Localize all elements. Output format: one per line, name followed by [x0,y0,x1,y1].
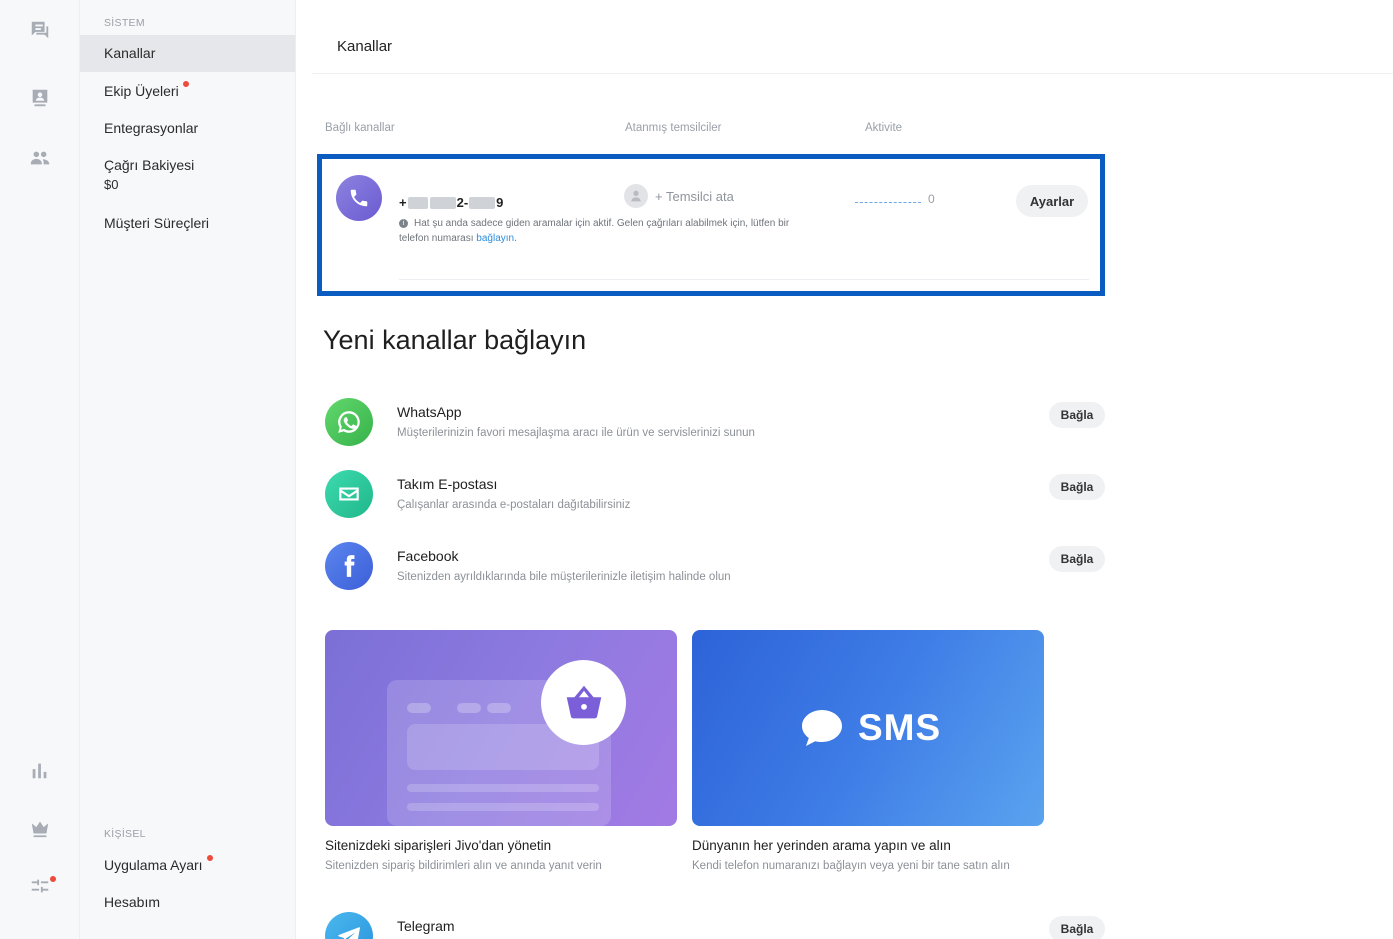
sidebar-item-call-balance[interactable]: Çağrı Bakiyesi $0 [80,157,295,192]
notification-dot [50,876,56,882]
connect-telegram-button[interactable]: Bağla [1049,916,1105,939]
connector-name: WhatsApp [397,404,462,420]
connect-facebook-button[interactable]: Bağla [1049,546,1105,572]
section-label-system: SİSTEM [104,17,145,29]
channel-note: i Hat şu anda sadece giden aramalar için … [399,216,799,246]
sidebar-item-label: Çağrı Bakiyesi [104,157,195,173]
icon-rail [0,0,80,939]
notification-dot [182,81,189,87]
basket-icon [541,660,626,745]
connector-description: Sitenizden ayrıldıklarında bile müşteril… [397,571,731,583]
sidebar-item-team-members[interactable]: Ekip Üyeleri [80,81,295,99]
phone-icon [336,175,382,221]
redacted-digits [469,196,496,209]
sidebar-item-customer-processes[interactable]: Müşteri Süreçleri [80,215,295,231]
page-title: Kanallar [337,38,393,55]
telegram-icon [325,912,373,939]
speech-bubble-icon [802,710,842,746]
sidebar-item-app-settings[interactable]: Uygulama Ayarı [80,855,295,873]
divider [399,279,1089,280]
illustration-bar [457,703,481,713]
sidebar-item-my-account[interactable]: Hesabım [80,894,295,910]
facebook-icon [325,542,373,590]
balance-value: $0 [104,177,119,192]
connector-whatsapp: WhatsApp Müşterilerinizin favori mesajla… [325,398,1105,452]
promo-card-orders[interactable]: Sitenizdeki siparişleri Jivo'dan yönetin… [325,630,677,872]
connected-channel-card: + 2- 9 i Hat şu anda sadece giden aramala… [317,154,1105,296]
sms-banner: SMS [798,704,941,752]
activity-sparkline [855,195,921,203]
illustration-bar [487,703,511,713]
app: SİSTEM Kanallar Ekip Üyeleri Entegrasyon… [0,0,1393,939]
activity-indicator: 0 [855,192,935,206]
illustration-line [407,803,599,811]
promo-illustration-sms: SMS [692,630,1044,826]
section-label-personal: KİŞİSEL [104,828,146,840]
settings-sliders-icon[interactable] [28,874,52,898]
column-header-connected: Bağlı kanallar [325,122,395,134]
promo-card-calls[interactable]: SMS Dünyanın her yerinden arama yapın ve… [692,630,1044,872]
sidebar-item-label: Ekip Üyeleri [104,83,179,99]
note-text: Hat şu anda sadece giden aramalar için a… [399,218,790,244]
connector-description: Çalışanlar arasında e-postaları dağıtabi… [397,499,631,511]
connect-whatsapp-button[interactable]: Bağla [1049,402,1105,428]
promo-title: Dünyanın her yerinden arama yapın ve alı… [692,838,951,853]
crown-icon[interactable] [28,816,52,840]
sidebar-item-channels[interactable]: Kanallar [80,35,295,72]
settings-sidebar: SİSTEM Kanallar Ekip Üyeleri Entegrasyon… [80,0,296,939]
page-header: Kanallar [312,0,1393,74]
section-title-new-channels: Yeni kanallar bağlayın [323,325,587,355]
reports-icon[interactable] [28,758,52,782]
chat-icon[interactable] [28,18,52,42]
assign-agent-button[interactable]: + Temsilci ata [624,184,734,208]
connector-name: Telegram [397,918,455,934]
redacted-digits [407,196,428,209]
sidebar-item-label: Kanallar [104,45,156,61]
activity-count: 0 [928,192,935,206]
connector-description: Müşterilerinizin favori mesajlaşma aracı… [397,427,755,439]
sidebar-item-integrations[interactable]: Entegrasyonlar [80,120,295,136]
promo-description: Sitenizden sipariş bildirimleri alın ve … [325,860,602,872]
contacts-card-icon[interactable] [28,86,52,110]
assign-agent-label: + Temsilci ata [655,188,734,204]
user-placeholder-icon [624,184,648,208]
illustration-line [407,784,599,792]
channel-settings-button[interactable]: Ayarlar [1016,185,1088,217]
whatsapp-icon [325,398,373,446]
phone-number: + 2- 9 [399,195,503,210]
connector-name: Takım E-postası [397,476,498,492]
team-icon[interactable] [28,146,52,170]
promo-illustration-orders [325,630,677,826]
phone-end: 9 [496,195,504,210]
info-icon: i [399,218,408,228]
phone-mid: 2- [456,195,469,210]
sms-banner-text: SMS [858,707,942,748]
sidebar-item-label: Müşteri Süreçleri [104,215,210,231]
sidebar-item-label: Entegrasyonlar [104,120,199,136]
main-content: Kanallar Bağlı kanallar Atanmış temsilci… [312,0,1393,939]
column-header-activity: Aktivite [865,122,903,134]
sidebar-item-label: Hesabım [104,894,161,910]
connector-facebook: Facebook Sitenizden ayrıldıklarında bile… [325,542,1105,596]
sidebar-item-label: Uygulama Ayarı [104,857,203,873]
connect-email-button[interactable]: Bağla [1049,474,1105,500]
connect-number-link[interactable]: bağlayın [476,233,514,244]
column-header-agents: Atanmış temsilciler [625,122,722,134]
promo-description: Kendi telefon numaranızı bağlayın veya y… [692,860,1010,872]
illustration-bar [407,703,431,713]
notification-dot [206,855,213,861]
connector-team-email: Takım E-postası Çalışanlar arasında e-po… [325,470,1105,524]
note-end: . [514,233,517,244]
connector-name: Facebook [397,548,459,564]
phone-prefix: + [399,195,407,210]
connector-telegram: Telegram Bağla [325,912,1105,939]
email-icon [325,470,373,518]
promo-title: Sitenizdeki siparişleri Jivo'dan yönetin [325,838,552,853]
redacted-digits [429,196,456,209]
